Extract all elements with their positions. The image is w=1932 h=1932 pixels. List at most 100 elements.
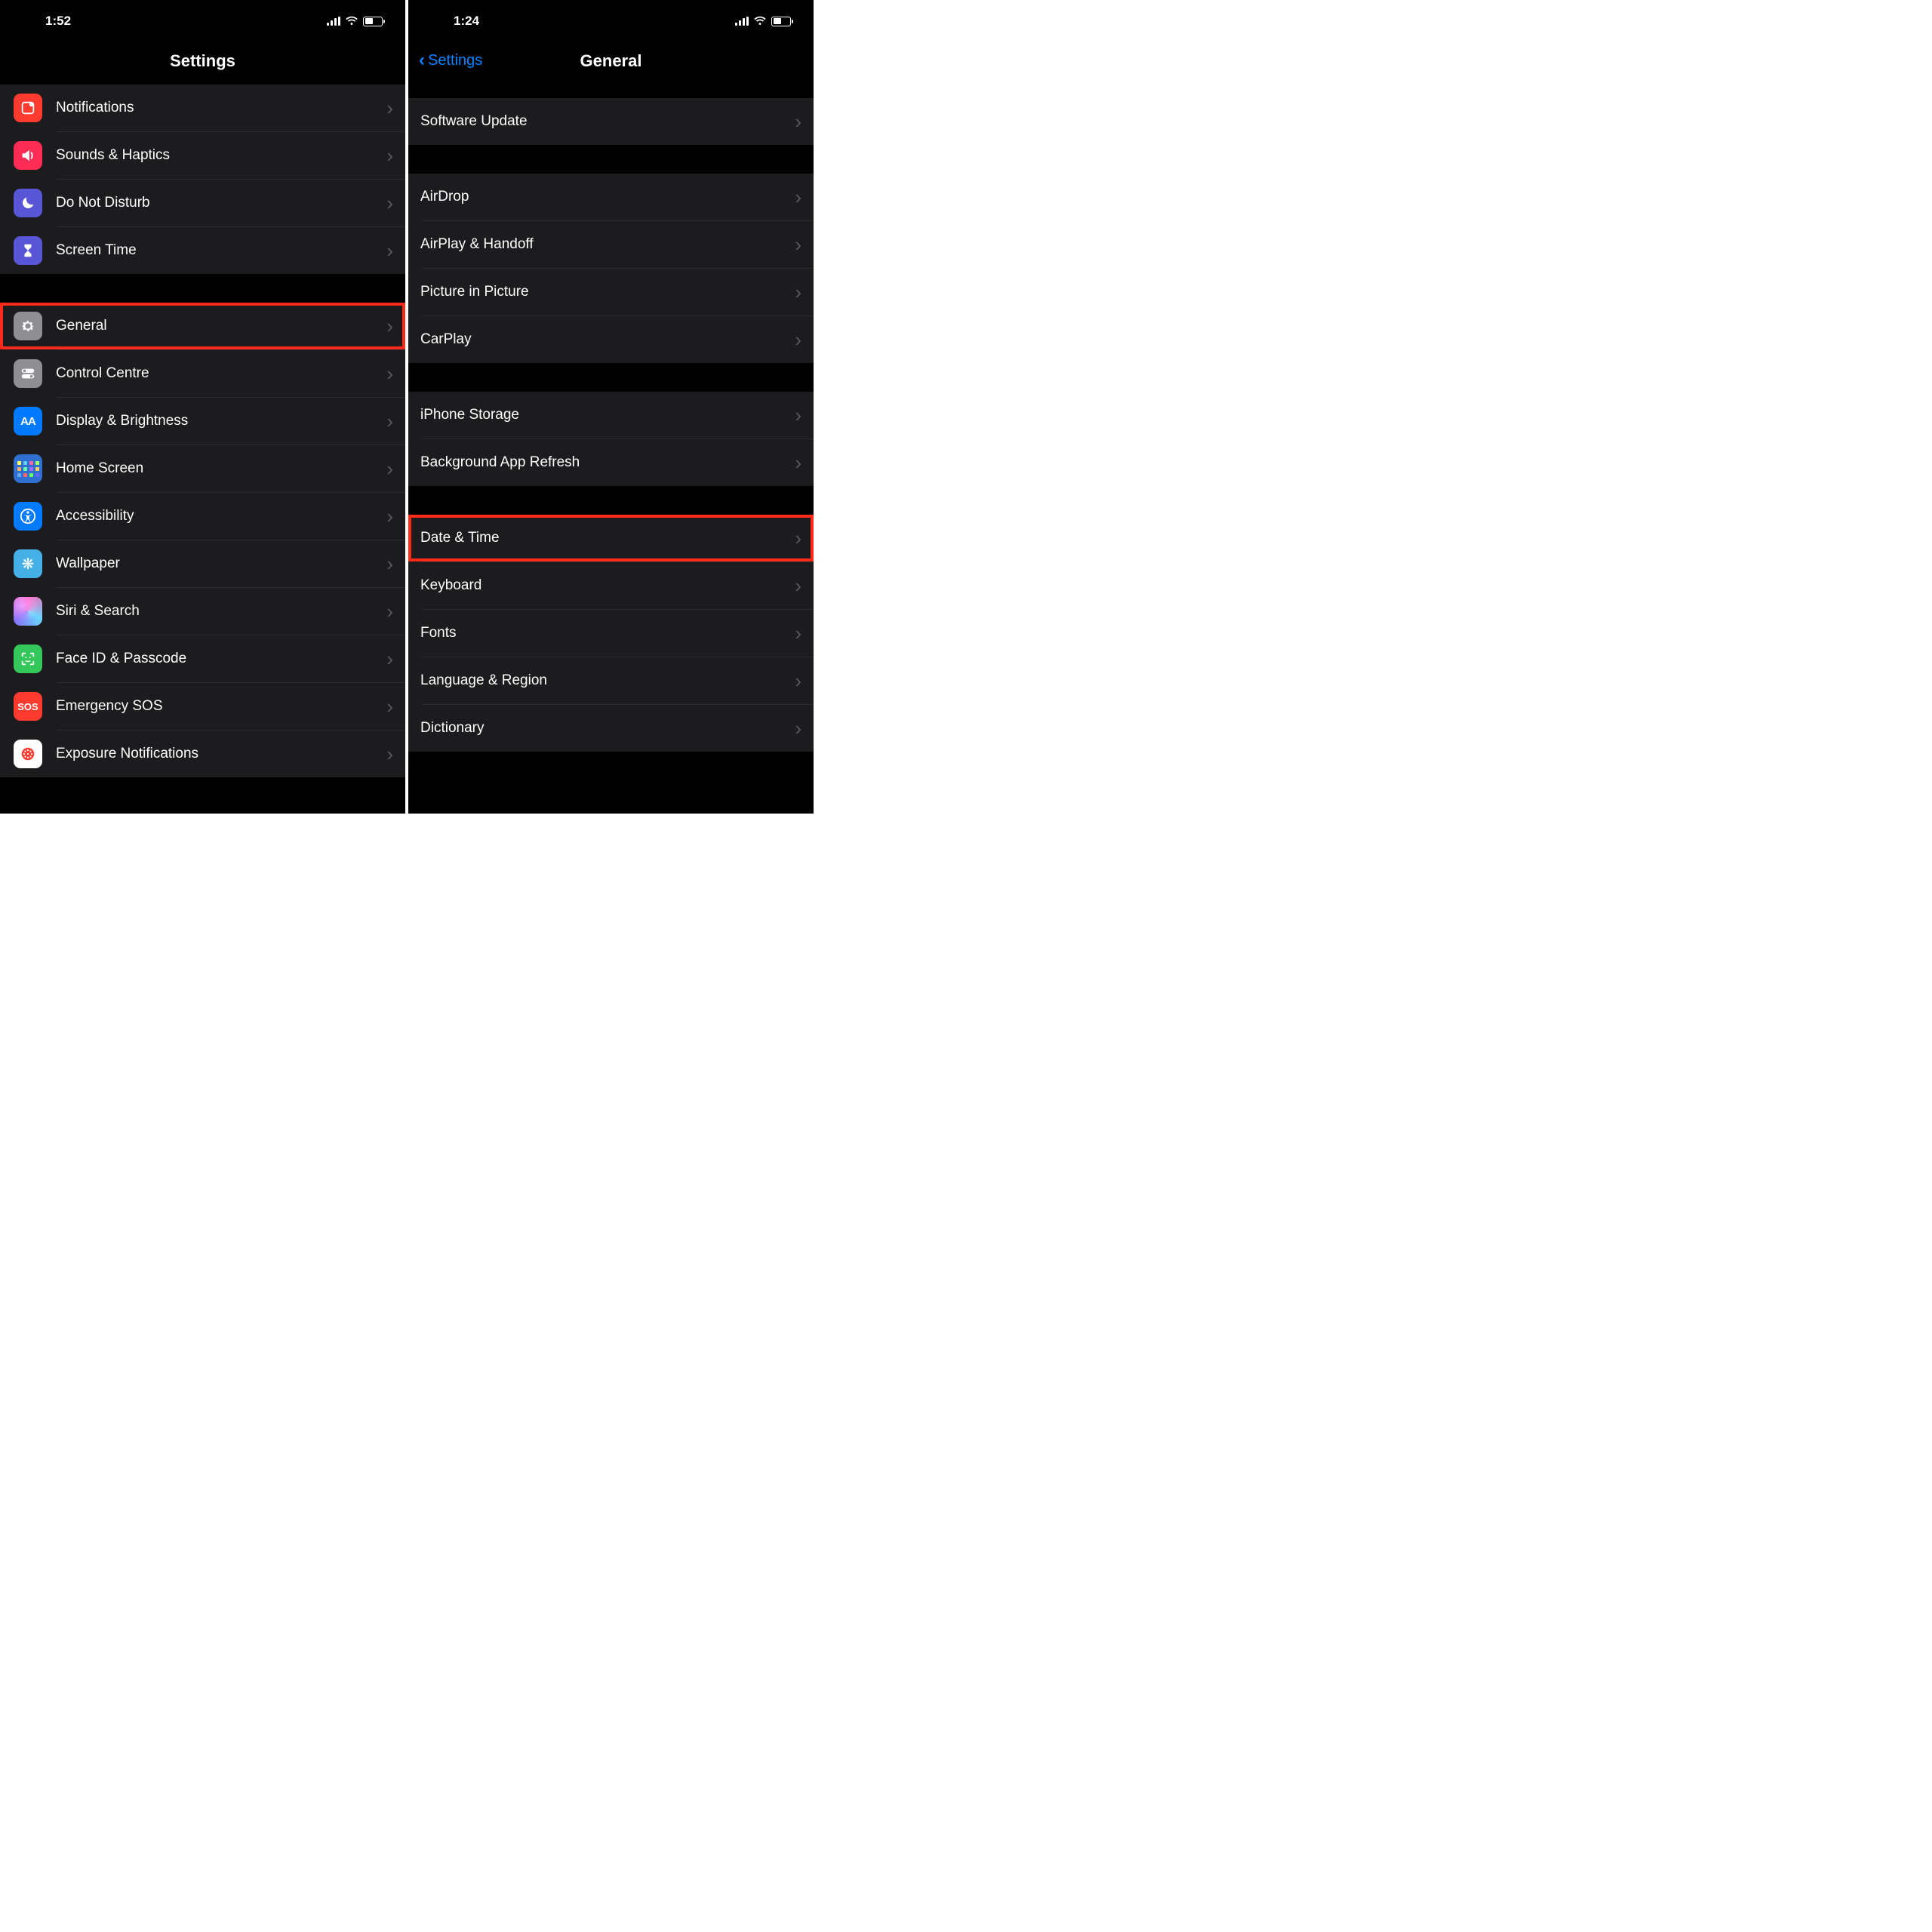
- gear-icon: [14, 312, 42, 340]
- list-group: Date & Time›Keyboard›Fonts›Language & Re…: [408, 515, 814, 752]
- cellular-icon: [327, 17, 340, 26]
- row-screentime[interactable]: Screen Time›: [0, 227, 405, 274]
- chevron-right-icon: ›: [795, 622, 801, 645]
- row-dict[interactable]: Dictionary›: [408, 705, 814, 752]
- accessibility-icon: [14, 502, 42, 531]
- chevron-right-icon: ›: [386, 362, 393, 386]
- row-home[interactable]: Home Screen›: [0, 445, 405, 492]
- row-control[interactable]: Control Centre›: [0, 350, 405, 397]
- row-pip[interactable]: Picture in Picture›: [408, 269, 814, 315]
- row-label: Picture in Picture: [420, 284, 795, 300]
- chevron-right-icon: ›: [795, 110, 801, 134]
- chevron-right-icon: ›: [386, 743, 393, 766]
- row-label: Siri & Search: [56, 603, 386, 620]
- notifications-icon: [14, 94, 42, 122]
- chevron-right-icon: ›: [795, 451, 801, 475]
- speaker-icon: [14, 141, 42, 170]
- row-label: Sounds & Haptics: [56, 147, 386, 164]
- row-general[interactable]: General›: [0, 303, 405, 349]
- list-group: General›Control Centre›AADisplay & Brigh…: [0, 303, 405, 777]
- chevron-right-icon: ›: [386, 505, 393, 528]
- wallpaper-icon: ❋: [14, 549, 42, 578]
- row-label: Home Screen: [56, 460, 386, 477]
- status-icons: [327, 16, 383, 26]
- row-label: Software Update: [420, 113, 795, 130]
- row-dnd[interactable]: Do Not Disturb›: [0, 180, 405, 226]
- chevron-right-icon: ›: [386, 457, 393, 481]
- chevron-left-icon: ‹: [419, 51, 425, 69]
- row-label: iPhone Storage: [420, 407, 795, 423]
- row-airdrop[interactable]: AirDrop›: [408, 174, 814, 220]
- row-label: Do Not Disturb: [56, 195, 386, 211]
- row-datetime[interactable]: Date & Time›: [408, 515, 814, 561]
- row-faceid[interactable]: Face ID & Passcode›: [0, 635, 405, 682]
- row-label: Screen Time: [56, 242, 386, 259]
- list-group: Software Update›: [408, 98, 814, 145]
- nav-bar: Settings: [0, 35, 405, 85]
- chevron-right-icon: ›: [386, 192, 393, 215]
- row-label: Emergency SOS: [56, 698, 386, 715]
- wifi-icon: [345, 16, 358, 26]
- row-display[interactable]: AADisplay & Brightness›: [0, 398, 405, 445]
- row-sounds[interactable]: Sounds & Haptics›: [0, 132, 405, 179]
- row-notifications[interactable]: Notifications›: [0, 85, 405, 131]
- row-label: Notifications: [56, 100, 386, 116]
- chevron-right-icon: ›: [795, 281, 801, 304]
- status-time: 1:52: [45, 14, 71, 29]
- row-software[interactable]: Software Update›: [408, 98, 814, 145]
- row-carplay[interactable]: CarPlay›: [408, 316, 814, 363]
- sos-icon: SOS: [14, 692, 42, 721]
- screen-general: 1:24 ‹ Settings General Software Update›…: [408, 0, 814, 814]
- chevron-right-icon: ›: [386, 239, 393, 263]
- row-label: Display & Brightness: [56, 413, 386, 429]
- chevron-right-icon: ›: [795, 233, 801, 257]
- list-group: Notifications›Sounds & Haptics›Do Not Di…: [0, 85, 405, 274]
- row-lang[interactable]: Language & Region›: [408, 657, 814, 704]
- back-button[interactable]: ‹ Settings: [419, 51, 482, 69]
- row-bgrefresh[interactable]: Background App Refresh›: [408, 439, 814, 486]
- chevron-right-icon: ›: [386, 648, 393, 671]
- chevron-right-icon: ›: [795, 404, 801, 427]
- homescreen-icon: [14, 454, 42, 483]
- status-bar: 1:52: [0, 0, 405, 35]
- row-label: Keyboard: [420, 577, 795, 594]
- row-label: Background App Refresh: [420, 454, 795, 471]
- row-label: Dictionary: [420, 720, 795, 737]
- row-exposure[interactable]: Exposure Notifications›: [0, 731, 405, 777]
- row-airplay[interactable]: AirPlay & Handoff›: [408, 221, 814, 268]
- screen-settings: 1:52 Settings Notifications›Sounds & Hap…: [0, 0, 405, 814]
- row-siri[interactable]: Siri & Search›: [0, 588, 405, 635]
- chevron-right-icon: ›: [386, 410, 393, 433]
- battery-icon: [771, 17, 791, 26]
- list-group: iPhone Storage›Background App Refresh›: [408, 392, 814, 486]
- status-bar: 1:24: [408, 0, 814, 35]
- chevron-right-icon: ›: [795, 574, 801, 598]
- settings-list-container: Notifications›Sounds & Haptics›Do Not Di…: [0, 85, 405, 777]
- row-label: Exposure Notifications: [56, 746, 386, 762]
- row-label: Control Centre: [56, 365, 386, 382]
- chevron-right-icon: ›: [386, 97, 393, 120]
- back-label: Settings: [428, 52, 482, 69]
- nav-bar: ‹ Settings General: [408, 35, 814, 85]
- chevron-right-icon: ›: [795, 527, 801, 550]
- chevron-right-icon: ›: [386, 552, 393, 576]
- chevron-right-icon: ›: [795, 669, 801, 693]
- status-time: 1:24: [454, 14, 479, 29]
- row-storage[interactable]: iPhone Storage›: [408, 392, 814, 438]
- row-accessibility[interactable]: Accessibility›: [0, 493, 405, 540]
- chevron-right-icon: ›: [386, 315, 393, 338]
- row-label: Fonts: [420, 625, 795, 641]
- moon-icon: [14, 189, 42, 217]
- row-label: Accessibility: [56, 508, 386, 525]
- row-fonts[interactable]: Fonts›: [408, 610, 814, 657]
- row-sos[interactable]: SOSEmergency SOS›: [0, 683, 405, 730]
- chevron-right-icon: ›: [795, 186, 801, 209]
- wifi-icon: [753, 16, 767, 26]
- row-label: Language & Region: [420, 672, 795, 689]
- row-keyboard[interactable]: Keyboard›: [408, 562, 814, 609]
- row-wallpaper[interactable]: ❋Wallpaper›: [0, 540, 405, 587]
- row-label: CarPlay: [420, 331, 795, 348]
- battery-icon: [363, 17, 383, 26]
- faceid-icon: [14, 645, 42, 673]
- general-list-container: Software Update›AirDrop›AirPlay & Handof…: [408, 98, 814, 752]
